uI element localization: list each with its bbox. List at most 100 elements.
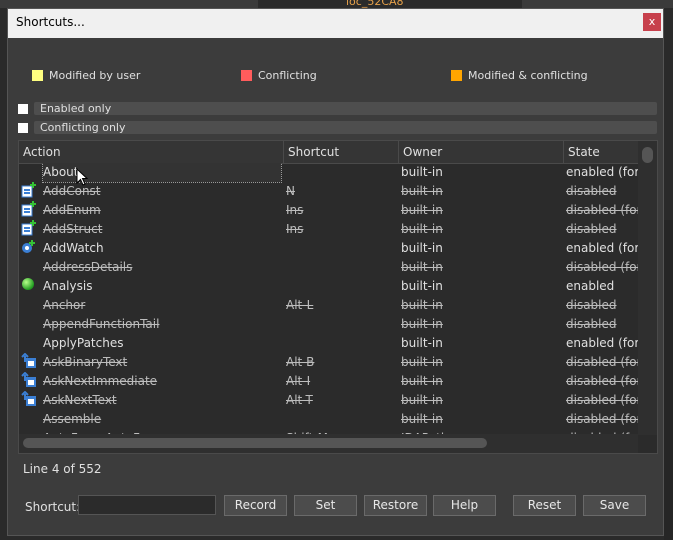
enabled-only-filter[interactable]: Enabled only	[18, 102, 657, 115]
conflicting-only-checkbox[interactable]	[18, 122, 28, 133]
conflicting-only-label[interactable]: Conflicting only	[34, 121, 657, 134]
shortcut-cell	[286, 277, 396, 296]
red-swatch-icon	[241, 70, 252, 81]
column-header-owner[interactable]: Owner	[399, 141, 564, 163]
row-icon-slot	[21, 163, 39, 182]
table-row[interactable]: AddressDetails built-in disabled (for-	[19, 258, 638, 277]
shortcut-cell	[286, 315, 396, 334]
shortcut-input[interactable]	[78, 495, 216, 515]
horizontal-scrollbar[interactable]	[19, 434, 638, 453]
column-header-state[interactable]: State	[564, 141, 638, 163]
row-icon-slot	[21, 410, 39, 429]
state-cell: disabled (for-	[566, 374, 638, 388]
action-cell: Anchor	[43, 298, 86, 312]
state-cell: disabled (for-	[566, 260, 638, 274]
enabled-only-checkbox[interactable]	[18, 103, 28, 114]
table-body: Aboutbuilt-inenabled (for cAddConstNbuil…	[19, 163, 638, 435]
title-bar[interactable]: Shortcuts... x	[8, 9, 663, 38]
action-cell: ApplyPatches	[43, 336, 124, 350]
table-row[interactable]: AddWatch built-in enabled (for c	[19, 239, 638, 258]
shortcut-cell: Alt-I	[286, 374, 311, 388]
yellow-swatch-icon	[32, 70, 43, 81]
shortcut-cell	[286, 410, 396, 429]
action-cell: AskNextImmediate	[43, 374, 158, 388]
row-icon-slot	[21, 334, 39, 353]
binary-text-icon	[21, 353, 39, 372]
action-cell: AddressDetails	[43, 260, 133, 274]
shortcut-label: Shortcut:	[25, 500, 81, 514]
shortcut-cell: N	[286, 184, 295, 198]
green-dot-icon	[21, 277, 39, 296]
state-cell: enabled	[566, 279, 615, 293]
table-row[interactable]: AskNextImmediate Alt-I built-in disabled (f…	[19, 372, 638, 391]
table-row[interactable]: Assemble built-in disabled (for-	[19, 410, 638, 429]
owner-cell: built-in	[401, 241, 443, 255]
record-button[interactable]: Record	[224, 495, 287, 516]
action-cell: Assemble	[43, 412, 102, 426]
legend-label: Modified by user	[49, 69, 141, 82]
legend-conflicting: Conflicting	[241, 69, 317, 82]
column-header-action[interactable]: Action	[19, 141, 284, 163]
dialog-title: Shortcuts...	[16, 15, 85, 29]
row-icon-slot	[21, 258, 39, 277]
shortcut-cell: Alt-T	[286, 393, 313, 407]
shortcut-cell: Ins	[286, 222, 304, 236]
owner-cell: built-in	[401, 355, 443, 369]
set-button[interactable]: Set	[294, 495, 357, 516]
action-cell: AskNextText	[43, 393, 117, 407]
shortcut-cell	[286, 334, 396, 353]
table-row[interactable]: AskNextText Alt-T built-in disabled (for-	[19, 391, 638, 410]
shortcut-cell: Alt-L	[286, 298, 314, 312]
table-row[interactable]: Anchor Alt-L built-in disabled	[19, 296, 638, 315]
table-row[interactable]: ApplyPatches built-in enabled (for c	[19, 334, 638, 353]
table-header: Action Shortcut Owner State	[19, 141, 638, 164]
column-header-shortcut[interactable]: Shortcut	[284, 141, 399, 163]
close-button[interactable]: x	[643, 13, 661, 31]
add-enum-icon	[21, 201, 39, 220]
owner-cell: built-in	[401, 260, 443, 274]
action-cell: AddStruct	[43, 222, 103, 236]
legend-label: Modified & conflicting	[468, 69, 588, 82]
conflicting-only-filter[interactable]: Conflicting only	[18, 121, 657, 134]
action-cell: AddEnum	[43, 203, 101, 217]
shortcut-cell: Alt-B	[286, 355, 315, 369]
line-status: Line 4 of 552	[23, 462, 102, 476]
table-row[interactable]: AddEnum Ins built-in disabled (for-	[19, 201, 638, 220]
state-cell: disabled	[566, 298, 617, 312]
restore-button[interactable]: Restore	[364, 495, 427, 516]
owner-cell: built-in	[401, 279, 443, 293]
shortcuts-dialog: Shortcuts... x Modified by user Conflict…	[7, 8, 664, 536]
vertical-scroll-thumb[interactable]	[642, 147, 653, 163]
table-row[interactable]: AddConst Nbuilt-in disabled	[19, 182, 638, 201]
owner-cell: built-in	[401, 393, 443, 407]
table-row[interactable]: AskBinaryText Alt-B built-in disabled (for-	[19, 353, 638, 372]
owner-cell: built-in	[401, 374, 443, 388]
vertical-scrollbar[interactable]	[638, 141, 657, 435]
owner-cell: built-in	[401, 317, 443, 331]
table-row[interactable]: Aboutbuilt-inenabled (for c	[19, 163, 638, 183]
action-cell: AppendFunctionTail	[43, 317, 160, 331]
background-app-strip: loc_52CA8	[0, 0, 673, 8]
horizontal-scroll-thumb[interactable]	[23, 438, 487, 448]
shortcut-cell	[286, 239, 396, 258]
table-row[interactable]: AppendFunctionTail built-in disabled	[19, 315, 638, 334]
enabled-only-label[interactable]: Enabled only	[34, 102, 657, 115]
shortcut-cell	[286, 163, 396, 182]
background-right-panel	[664, 220, 673, 540]
state-cell: enabled (for c	[566, 241, 638, 255]
help-button[interactable]: Help	[433, 495, 496, 516]
action-cell: AddWatch	[43, 241, 104, 255]
mouse-pointer-icon	[76, 168, 89, 186]
add-watch-icon	[21, 239, 39, 258]
state-cell: disabled (for-	[566, 412, 638, 426]
reset-button[interactable]: Reset	[513, 495, 576, 516]
owner-cell: built-in	[401, 336, 443, 350]
owner-cell: built-in	[401, 412, 443, 426]
owner-cell: built-in	[401, 298, 443, 312]
state-cell: disabled (for-	[566, 393, 638, 407]
table-row[interactable]: Analysis built-in enabled	[19, 277, 638, 296]
owner-cell: built-in	[401, 165, 443, 179]
save-button[interactable]: Save	[583, 495, 646, 516]
table-row[interactable]: AddStruct Ins built-in disabled	[19, 220, 638, 239]
state-cell: disabled (for-	[566, 203, 638, 217]
